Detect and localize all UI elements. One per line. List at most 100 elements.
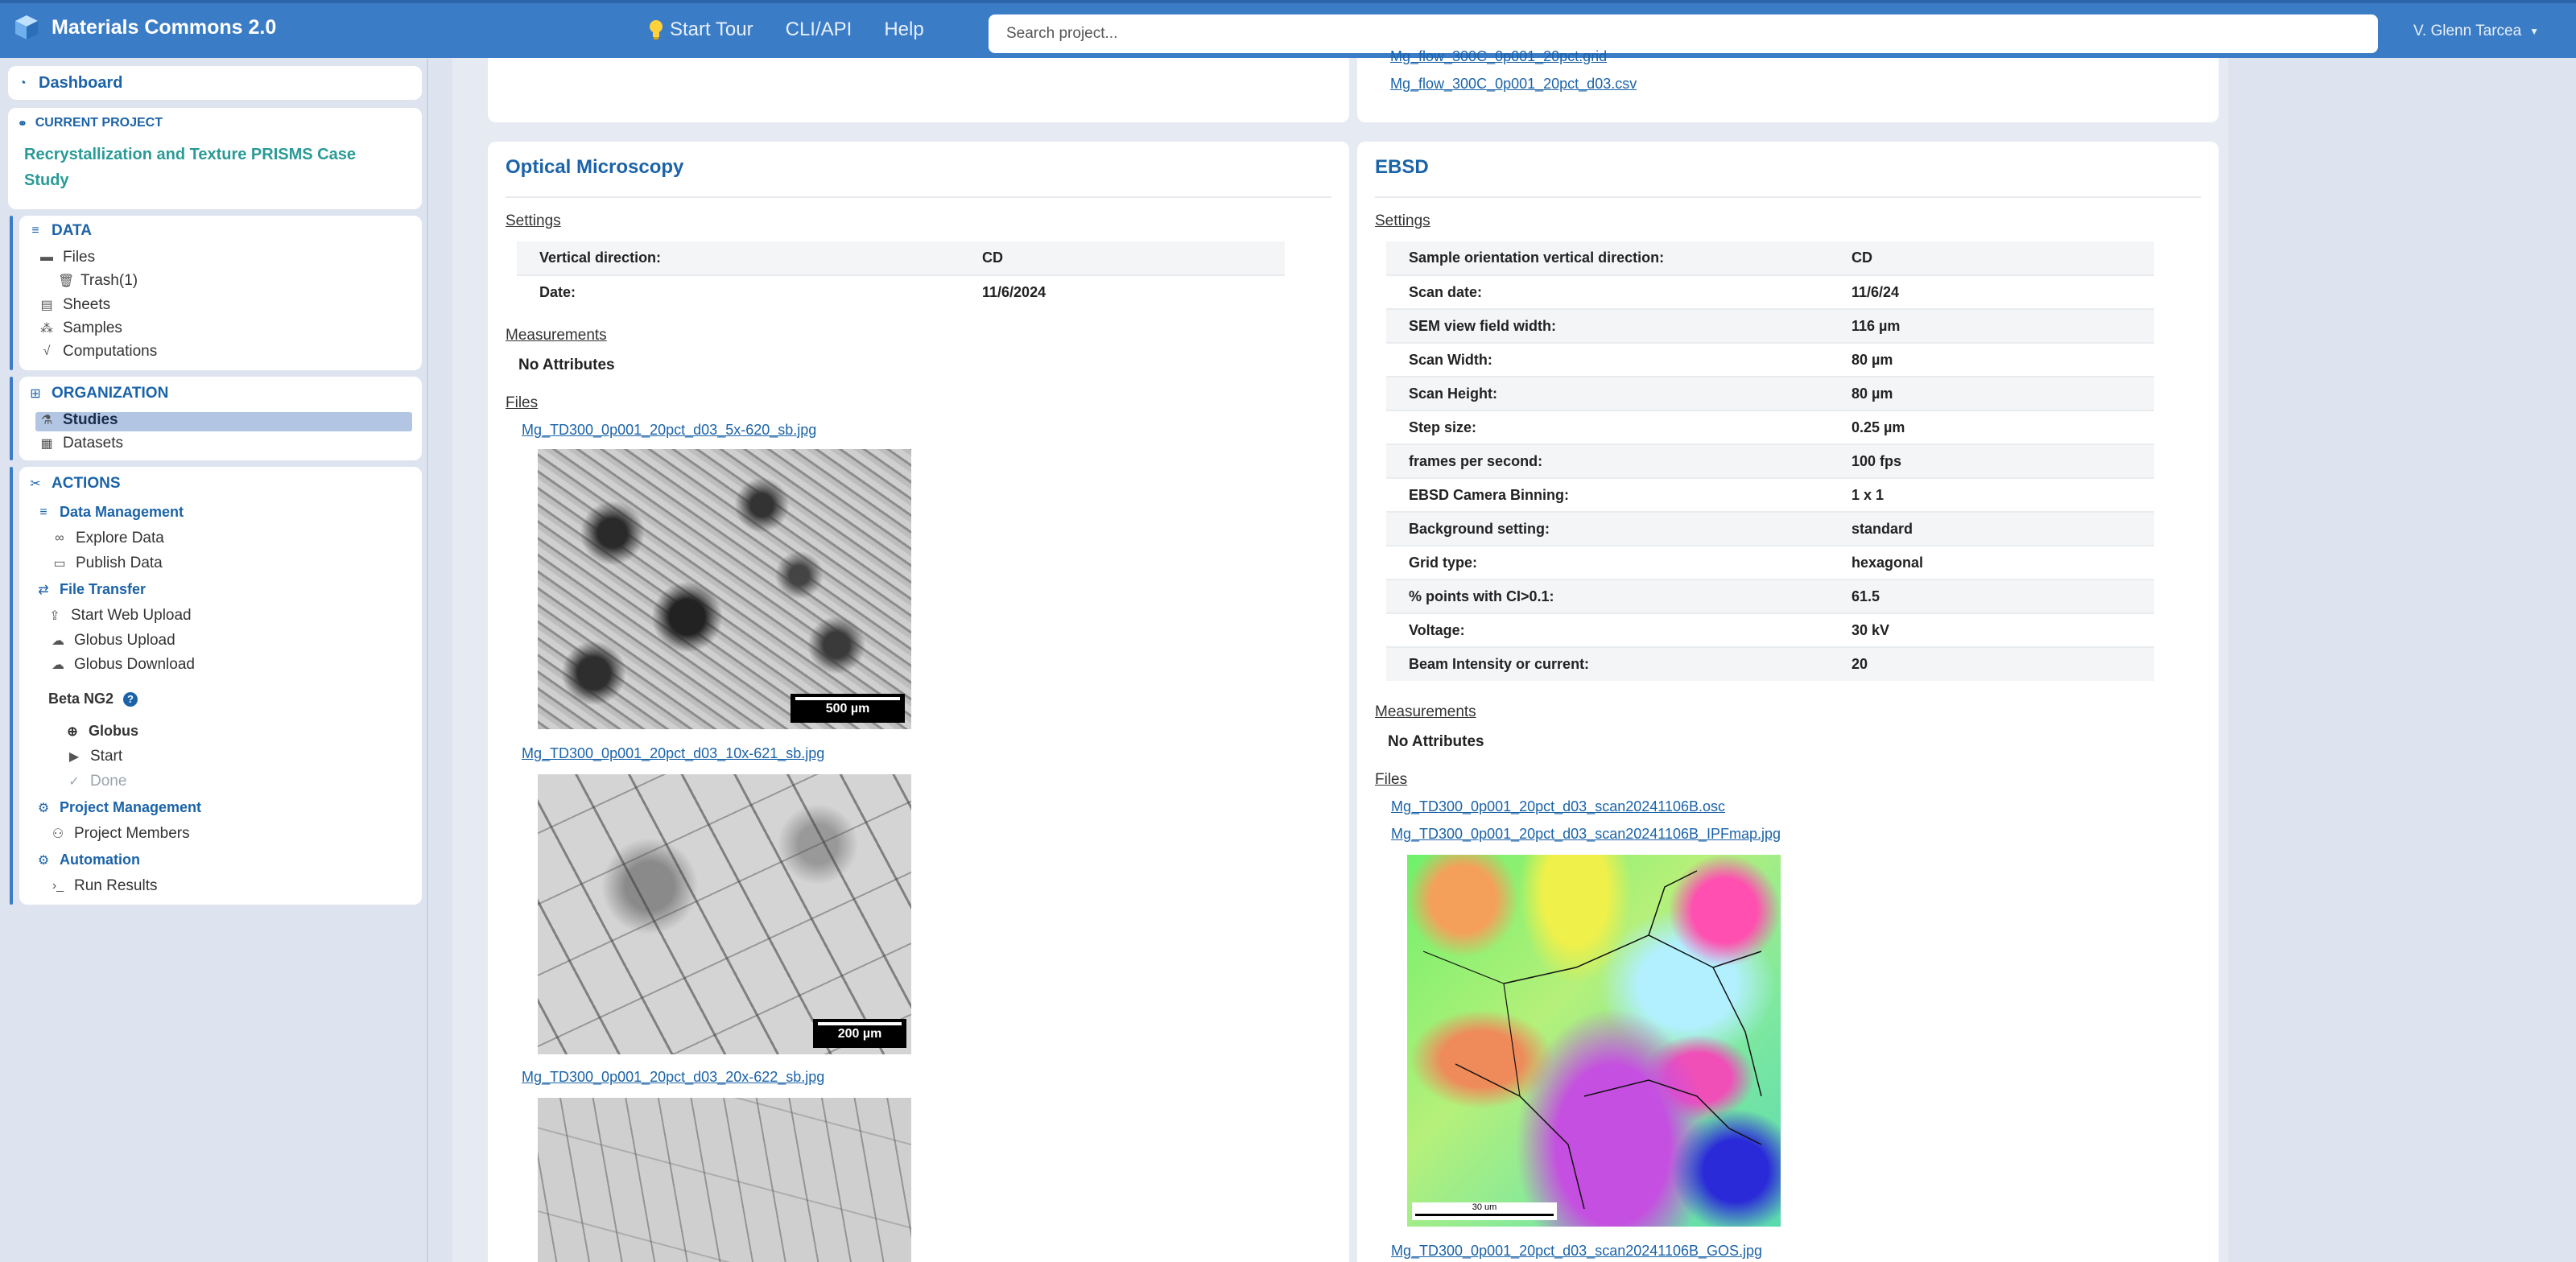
- sidebar-item-computations[interactable]: √ Computations: [40, 343, 158, 361]
- file-link[interactable]: Mg_TD300_0p001_20pct_d03_scan20241106B_I…: [1391, 826, 1781, 843]
- data-heading: ≡ DATA: [29, 222, 92, 240]
- file-transfer-label: File Transfer: [60, 581, 147, 597]
- data-heading-label: DATA: [52, 222, 92, 239]
- divider: [1375, 196, 2201, 198]
- run-results-link[interactable]: ›_ Run Results: [52, 877, 158, 895]
- project-management-label: Project Management: [60, 799, 202, 815]
- file-link[interactable]: Mg_flow_300C_0p001_20pct.grid: [1390, 48, 1607, 65]
- caret-down-icon: ▼: [2529, 26, 2540, 37]
- project-management-heading[interactable]: ⚙ Project Management: [37, 799, 201, 816]
- micrograph-image[interactable]: [538, 449, 911, 729]
- sidebar-item-sheets[interactable]: ▤ Sheets: [40, 296, 110, 314]
- cloud-upload-icon: ☁: [52, 634, 64, 648]
- help-link[interactable]: Help: [884, 19, 923, 41]
- table-row: Scan Height: 80 µm: [1386, 376, 2154, 410]
- lightbulb-icon: [650, 20, 663, 39]
- binoculars-icon: ∞: [55, 531, 64, 545]
- ipf-scale-label: 30 um: [1472, 1202, 1497, 1212]
- table-row: Scan date: 11/6/24: [1386, 274, 2154, 309]
- automation-heading[interactable]: ⚙ Automation: [37, 852, 140, 868]
- cube-logo-icon: [15, 15, 38, 39]
- gauge-icon: ◔: [19, 76, 27, 90]
- settings-label: Settings: [506, 212, 561, 229]
- data-management-heading[interactable]: ≡ Data Management: [37, 504, 184, 521]
- file-link[interactable]: Mg_TD300_0p001_20pct_d03_scan20241106B.o…: [1391, 798, 1725, 815]
- trash-label: Trash(1): [80, 272, 138, 289]
- start-tour-link[interactable]: Start Tour: [649, 19, 753, 41]
- actions-heading: ✂ ACTIONS: [29, 475, 120, 493]
- user-name: V. Glenn Tarcea: [2413, 23, 2522, 39]
- file-link[interactable]: Mg_flow_300C_0p001_20pct_d03.csv: [1390, 76, 1637, 93]
- files-label: Files: [63, 249, 96, 266]
- cli-api-link[interactable]: CLI/API: [786, 19, 852, 41]
- sidebar-item-samples[interactable]: ⁂ Samples: [40, 320, 122, 337]
- cloud-download-icon: ☁: [52, 658, 64, 672]
- file-link[interactable]: Mg_TD300_0p001_20pct_d03_5x-620_sb.jpg: [522, 422, 816, 439]
- globus-download-link[interactable]: ☁ Globus Download: [52, 656, 195, 674]
- square-root-icon: √: [43, 344, 51, 358]
- sidebar-item-trash[interactable]: 🗑 Trash(1): [58, 272, 138, 290]
- setting-key: EBSD Camera Binning:: [1386, 477, 1829, 512]
- start-web-upload-link[interactable]: ⇪ Start Web Upload: [48, 607, 191, 625]
- measurements-label: Measurements: [1375, 703, 1476, 720]
- table-row: % points with CI>0.1: 61.5: [1386, 579, 2154, 613]
- micrograph-image[interactable]: [538, 1098, 911, 1262]
- explore-data-link[interactable]: ∞ Explore Data: [53, 530, 164, 547]
- globe-icon: ⊕: [67, 724, 78, 739]
- sidebar-item-studies[interactable]: ⚗ Studies: [40, 411, 118, 429]
- setting-value: 20: [1829, 646, 2154, 681]
- user-menu[interactable]: V. Glenn Tarcea ▼: [2413, 23, 2539, 40]
- question-circle-icon[interactable]: ?: [123, 691, 138, 707]
- globus-start-label: Start: [90, 748, 123, 765]
- setting-value: 80 µm: [1829, 376, 2154, 410]
- setting-value: 1 x 1: [1829, 477, 2154, 512]
- top-left-panel: [488, 58, 1349, 122]
- sidebar-item-datasets[interactable]: ▦ Datasets: [40, 435, 123, 452]
- file-link[interactable]: Mg_TD300_0p001_20pct_d03_10x-621_sb.jpg: [522, 745, 824, 762]
- globus-heading[interactable]: ⊕ Globus: [66, 723, 138, 740]
- optical-microscopy-title: Optical Microscopy: [506, 156, 684, 178]
- users-icon: ⚇: [52, 827, 64, 841]
- file-link[interactable]: Mg_TD300_0p001_20pct_d03_scan20241106B_G…: [1391, 1243, 1762, 1260]
- dashboard-label: Dashboard: [39, 74, 123, 92]
- search-input[interactable]: [989, 14, 2378, 53]
- setting-value: standard: [1829, 511, 2154, 546]
- cogs-icon: ⚙: [37, 801, 50, 815]
- brand[interactable]: Materials Commons 2.0: [14, 14, 276, 40]
- publish-data-label: Publish Data: [76, 555, 163, 571]
- globus-upload-link[interactable]: ☁ Globus Upload: [52, 632, 175, 650]
- divider: [506, 196, 1331, 198]
- project-members-label: Project Members: [74, 825, 190, 842]
- globus-label: Globus: [89, 723, 138, 739]
- app-title: Materials Commons 2.0: [52, 15, 277, 39]
- trash-icon: 🗑: [58, 274, 75, 288]
- explore-data-label: Explore Data: [76, 530, 164, 546]
- ipf-map-image[interactable]: [1407, 855, 1781, 1227]
- table-row: EBSD Camera Binning: 1 x 1: [1386, 477, 2154, 512]
- table-row: Beam Intensity or current: 20: [1386, 646, 2154, 681]
- micrograph-image[interactable]: [538, 774, 911, 1054]
- terminal-icon: ›_: [52, 879, 64, 893]
- setting-key: Vertical direction:: [517, 241, 960, 275]
- publish-data-link[interactable]: ▭ Publish Data: [53, 555, 163, 572]
- project-name[interactable]: Recrystallization and Texture PRISMS Cas…: [24, 142, 394, 193]
- globus-start-link[interactable]: ▶ Start: [68, 748, 122, 765]
- sidebar-item-files[interactable]: ▬ Files: [40, 249, 95, 266]
- dashboard-link[interactable]: ◔ Dashboard: [16, 74, 122, 93]
- start-tour-label: Start Tour: [670, 19, 753, 40]
- table-row: Step size: 0.25 µm: [1386, 410, 2154, 444]
- setting-value: 100 fps: [1829, 443, 2154, 478]
- project-members-link[interactable]: ⚇ Project Members: [52, 825, 190, 843]
- studies-label: Studies: [63, 411, 118, 428]
- table-row: frames per second: 100 fps: [1386, 443, 2154, 478]
- file-link[interactable]: Mg_TD300_0p001_20pct_d03_20x-622_sb.jpg: [522, 1069, 824, 1086]
- organization-heading: ⊞ ORGANIZATION: [29, 385, 168, 402]
- setting-value: hexagonal: [1829, 545, 2154, 579]
- file-transfer-heading[interactable]: ⇄ File Transfer: [37, 581, 146, 598]
- setting-value: 0.25 µm: [1829, 410, 2154, 444]
- samples-label: Samples: [63, 320, 122, 336]
- globus-upload-label: Globus Upload: [74, 632, 175, 649]
- beta-ng2-heading: Beta NG2 ?: [48, 691, 138, 707]
- settings-label: Settings: [1375, 212, 1430, 229]
- setting-value: 61.5: [1829, 579, 2154, 613]
